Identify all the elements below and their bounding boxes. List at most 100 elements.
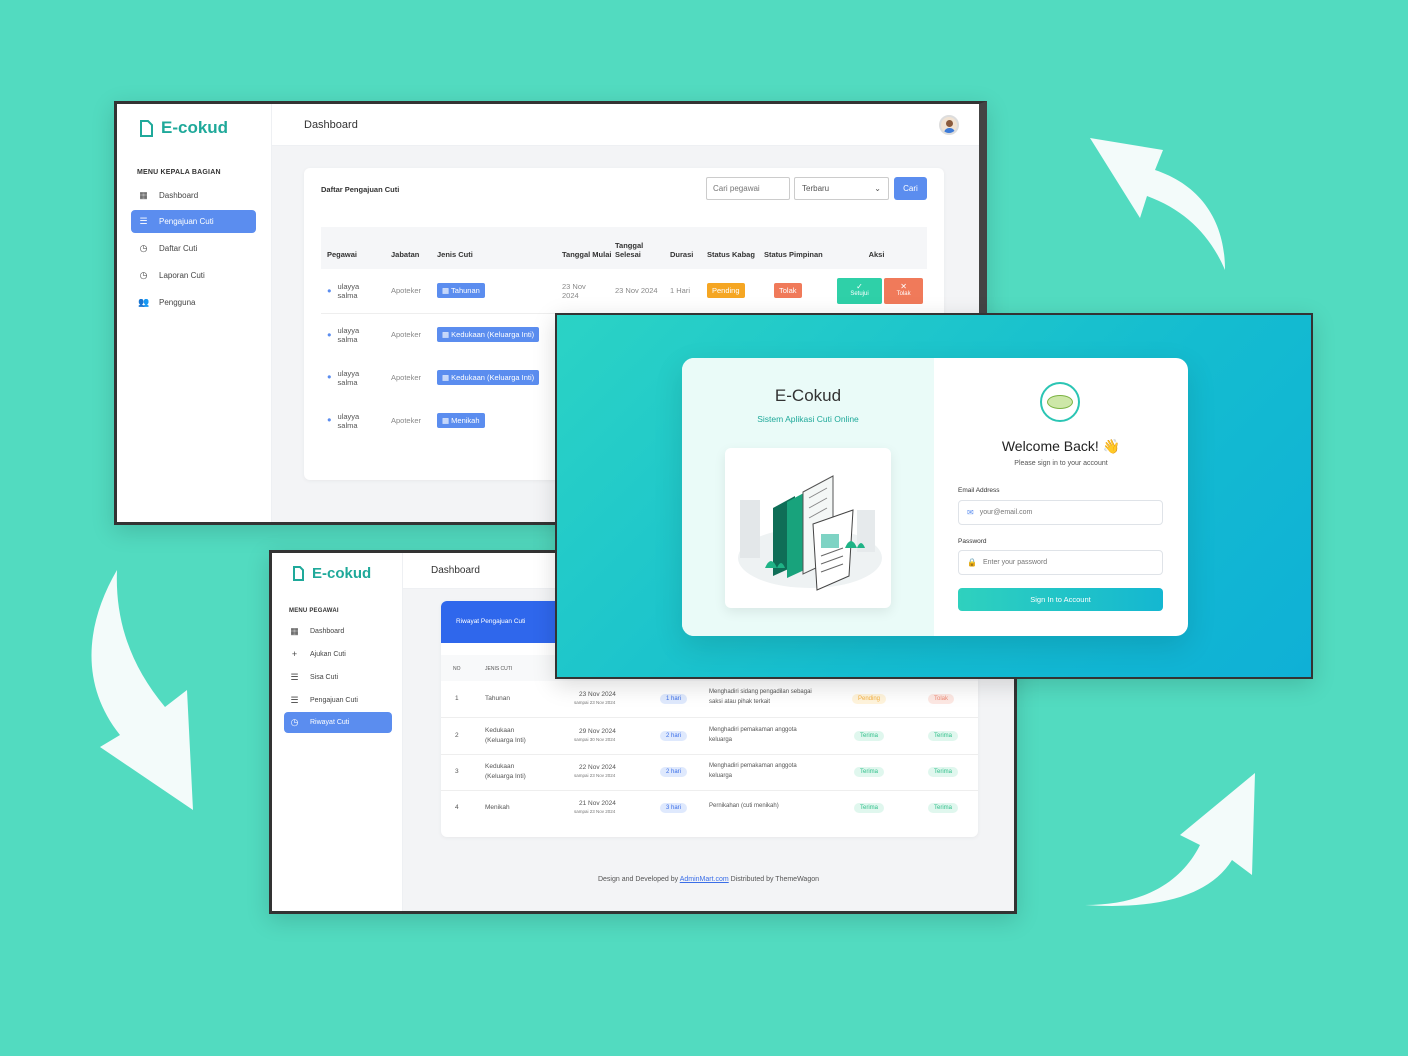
row-alasan: Menghadiri pemakaman anggota keluarga	[709, 727, 797, 743]
approve-button[interactable]: ✓ Setujui	[837, 277, 882, 304]
status-kabag-badge: Pending	[707, 283, 745, 299]
employee-menu-dashboard[interactable]: ▦ Dashboard	[284, 621, 392, 641]
admin-menu-daftar-cuti[interactable]: ◷ Daftar Cuti	[131, 237, 256, 260]
status-badge: Terima	[854, 803, 885, 813]
row-sampai: sampai 30 Nov 2024	[574, 737, 616, 742]
admin-menu-laporan-cuti[interactable]: ◷ Laporan Cuti	[131, 264, 256, 287]
wave-icon: 👋	[1102, 438, 1121, 454]
jenis-badge: ▦ Kedukaan (Keluarga Inti)	[437, 327, 540, 343]
jabatan: Apoteker	[391, 286, 422, 296]
login-window: E-Cokud Sistem Aplikasi Cuti Online Welc…	[555, 313, 1313, 679]
jenis-badge: ▦ Tahunan	[437, 283, 485, 299]
list-icon: ☰	[290, 694, 299, 705]
admin-logo-text: E-cokud	[161, 118, 229, 137]
user-icon: ●	[327, 285, 332, 295]
avatar[interactable]	[939, 114, 959, 135]
users-icon: 👥	[138, 297, 150, 307]
status-badge: Terima	[928, 767, 959, 777]
employee-menu-ajukan-cuti[interactable]: + Ajukan Cuti	[284, 644, 392, 664]
table-header-row: Pegawai Jabatan Jenis Cuti Tanggal Mulai…	[321, 227, 927, 269]
user-icon: ●	[327, 329, 332, 339]
menu-label: Riwayat Cuti	[310, 719, 350, 726]
menu-label: Ajukan Cuti	[310, 650, 346, 658]
user-icon: ●	[327, 415, 332, 425]
employee-menu-pengajuan-cuti[interactable]: ☰ Pengajuan Cuti	[284, 690, 392, 710]
footer-suffix: Distributed by ThemeWagon	[728, 876, 819, 883]
employee-sidebar: E-cokud MENU PEGAWAI ▦ Dashboard + Ajukan …	[272, 553, 403, 911]
th-status-kabag: Status Kabag	[707, 250, 755, 259]
row-alasan: Pernikahan (cuti menikah)	[709, 803, 779, 809]
email-field[interactable]: ✉ your@email.com	[958, 500, 1163, 525]
login-logo	[1040, 382, 1080, 422]
plus-icon: +	[291, 649, 298, 659]
row-sampai: sampai 23 Nov 2024	[574, 773, 616, 778]
page-title: Dashboard	[304, 118, 358, 131]
th-no: NO	[453, 666, 461, 672]
employee-menu-riwayat-cuti[interactable]: ◷ Riwayat Cuti	[284, 712, 392, 733]
email-label: Email Address	[958, 487, 1000, 494]
pegawai-name: ulayya salma	[337, 281, 360, 300]
password-placeholder: Enter your password	[982, 559, 1048, 566]
jenis-badge: ▦ Menikah	[437, 413, 485, 428]
admin-logo: E-cokud	[139, 118, 228, 138]
riwayat-rows: 1 Tahunan 23 Nov 2024 sampai 23 Nov 2024…	[441, 682, 978, 825]
reject-label: Tolak	[896, 290, 911, 297]
menu-label: Dashboard	[159, 191, 199, 200]
sort-select[interactable]: Terbaru ⌄	[794, 177, 889, 200]
menu-label: Pengajuan Cuti	[310, 696, 358, 704]
jenis-label: Kedukaan (Keluarga Inti)	[451, 373, 535, 382]
welcome-text: Welcome Back!	[1001, 438, 1099, 454]
welcome-heading: Welcome Back! 👋	[934, 438, 1188, 455]
status-pimpinan-badge: Tolak	[774, 283, 802, 299]
status-badge: Pending	[852, 694, 887, 704]
row-tanggal: 21 Nov 2024	[579, 800, 616, 807]
row-tanggal: 22 Nov 2024	[579, 764, 616, 771]
history-icon: ◷	[139, 270, 148, 280]
pegawai-name: ulayya salma	[337, 325, 360, 344]
admin-menu-pengajuan-cuti[interactable]: ☰ Pengajuan Cuti	[131, 210, 256, 233]
menu-label: Daftar Cuti	[159, 244, 198, 253]
file-icon	[293, 566, 304, 581]
durasi-pill: 3 hari	[660, 803, 688, 813]
durasi-pill: 1 hari	[660, 694, 688, 704]
admin-menu-pengguna[interactable]: 👥 Pengguna	[131, 291, 256, 314]
approve-label: Setujui	[850, 290, 869, 297]
reject-button[interactable]: ✕ Tolak	[884, 277, 924, 304]
login-instruction: Please sign in to your account	[1014, 460, 1108, 467]
jabatan: Apoteker	[391, 416, 422, 425]
durasi: 1 Hari	[670, 286, 691, 296]
list-icon: ☰	[139, 216, 148, 226]
menu-label: Pengguna	[159, 298, 196, 307]
card-title: Daftar Pengajuan Cuti	[321, 185, 400, 194]
logo-emblem-icon	[1047, 395, 1073, 409]
row-jenis: Kedukaan (Keluarga Inti)	[485, 763, 526, 780]
status-badge: Terima	[854, 731, 885, 741]
employee-logo: E-cokud	[292, 565, 371, 582]
close-icon: ✕	[900, 281, 907, 291]
row-jenis: Tahunan	[485, 695, 510, 702]
search-input[interactable]	[706, 177, 790, 200]
table-row: 4 Menikah 21 Nov 2024 sampai 23 Nov 2024…	[441, 791, 978, 825]
history-icon: ◷	[139, 243, 148, 253]
table-row: 1 Tahunan 23 Nov 2024 sampai 23 Nov 2024…	[441, 682, 978, 718]
pegawai-name: ulayya salma	[337, 368, 360, 387]
th-jabatan: Jabatan	[391, 250, 420, 259]
password-field[interactable]: 🔒 Enter your password	[958, 550, 1163, 575]
email-placeholder: your@email.com	[979, 509, 1033, 516]
admin-sidebar: E-cokud MENU KEPALA BAGIAN ▦ Dashboard ☰ P…	[117, 104, 272, 522]
status-badge: Terima	[928, 803, 959, 813]
menu-label: Pengajuan Cuti	[159, 217, 214, 226]
th-jenis-cuti: JENIS CUTI	[485, 666, 513, 672]
row-sampai: sampai 23 Nov 2024	[574, 809, 616, 814]
th-durasi: Durasi	[670, 250, 694, 259]
employee-menu-sisa-cuti[interactable]: ☰ Sisa Cuti	[284, 667, 392, 687]
row-no: 1	[455, 695, 459, 702]
card-title: Riwayat Pengajuan Cuti	[456, 618, 526, 625]
documents-illustration-icon	[738, 475, 882, 591]
table-row: 2 Kedukaan (Keluarga Inti) 29 Nov 2024 s…	[441, 718, 978, 755]
sign-in-button[interactable]: Sign In to Account	[958, 588, 1163, 611]
admin-menu-dashboard[interactable]: ▦ Dashboard	[131, 184, 256, 207]
search-button[interactable]: Cari	[894, 177, 927, 200]
grid-icon: ▦	[139, 190, 148, 200]
footer-link[interactable]: AdminMart.com	[680, 876, 729, 883]
